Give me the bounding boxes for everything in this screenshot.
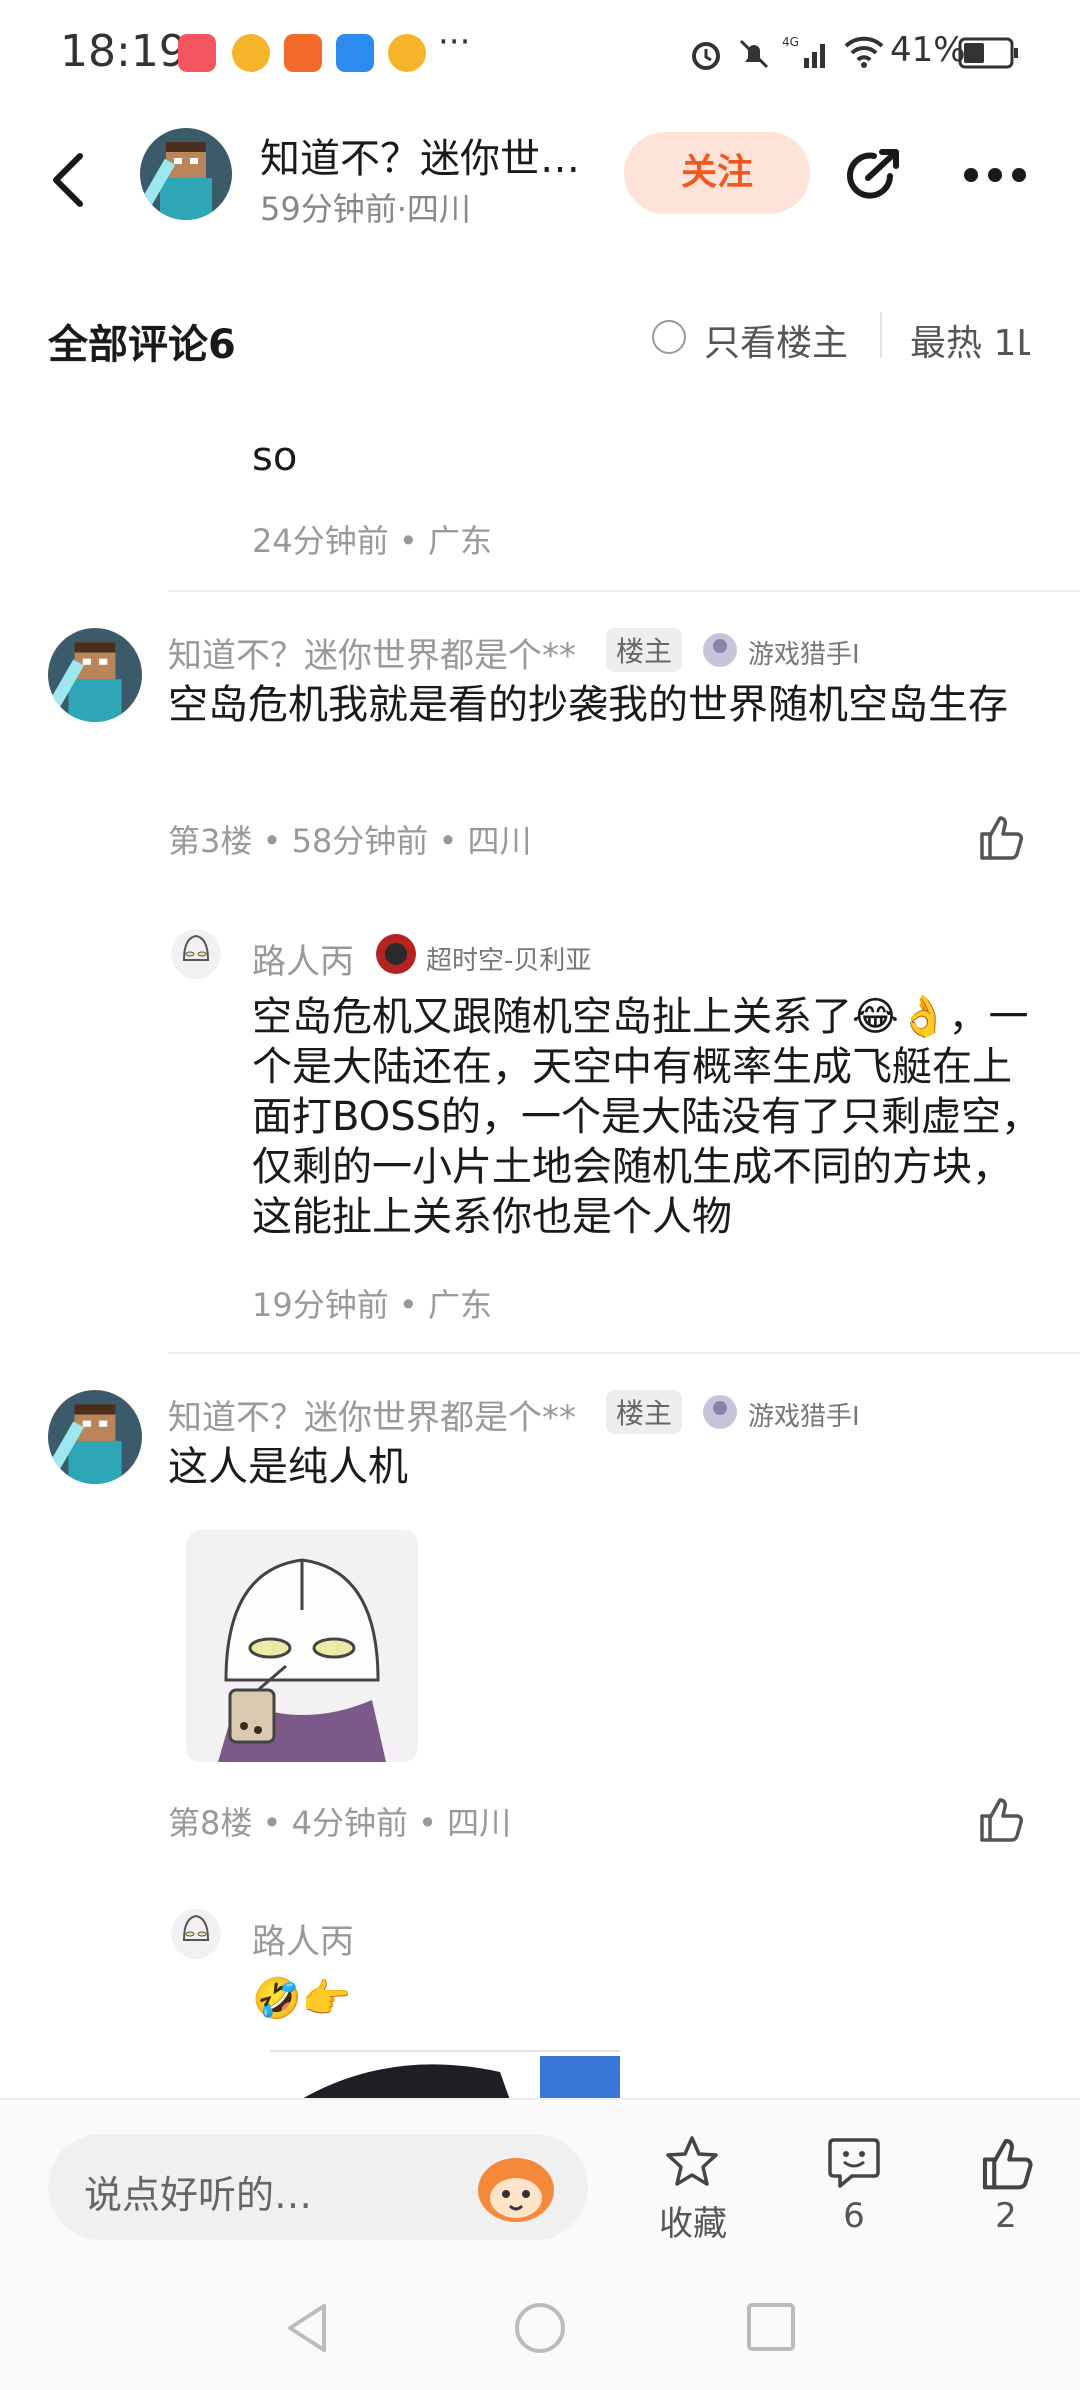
like-count: 2: [995, 2196, 1017, 2236]
share-icon[interactable]: [842, 146, 906, 206]
alarm-icon: [692, 42, 720, 70]
reply-author[interactable]: 路人丙: [252, 1914, 354, 1963]
title-badge-icon: [376, 934, 416, 974]
weibo-icon: [232, 34, 270, 72]
reply-text: so: [252, 434, 298, 480]
title-badge: 超时空-贝利亚: [426, 946, 592, 976]
sort-selector[interactable]: 最热 1L: [910, 314, 1030, 366]
comment-text: 这人是纯人机: [168, 1444, 408, 1490]
like-icon[interactable]: [978, 2134, 1036, 2192]
host-badge: 楼主: [606, 628, 683, 672]
app-notification-icon: [284, 34, 322, 72]
follow-button[interactable]: 关注: [624, 132, 810, 214]
reply-avatar[interactable]: [170, 1908, 222, 1960]
weibo-icon: [388, 34, 426, 72]
comment-meta: 第8楼 • 4分钟前 • 四川: [168, 1804, 512, 1842]
separator: [168, 1352, 1080, 1354]
favorite-label[interactable]: 收藏: [650, 2196, 736, 2245]
title-badge: 游戏猎手I: [748, 1402, 860, 1432]
signal-icon: 4G: [782, 35, 825, 68]
title-badge: 游戏猎手I: [748, 640, 860, 670]
reply-text: 空岛危机又跟随机空岛扯上关系了😂👌，一个是大陆还在，天空中有概率生成飞艇在上面打…: [252, 994, 1042, 1240]
reply-avatar[interactable]: [170, 928, 222, 980]
star-icon[interactable]: [664, 2134, 720, 2190]
title-badge-icon: [703, 633, 737, 667]
commenter-avatar[interactable]: [48, 1390, 142, 1484]
reply-meta: 24分钟前 • 广东: [252, 522, 492, 560]
like-icon[interactable]: [976, 812, 1026, 862]
reply-author[interactable]: 路人丙: [252, 934, 354, 983]
status-time: 18:19: [60, 26, 187, 77]
svg-text:4G: 4G: [782, 35, 799, 49]
commenter-avatar[interactable]: [48, 628, 142, 722]
status-bar: 18:19 ··· 4G 41%: [0, 0, 1080, 100]
comment-input-placeholder: 说点好听的…: [84, 2173, 313, 2217]
weather-icon: [336, 34, 374, 72]
separator: [168, 590, 1080, 592]
back-icon[interactable]: [48, 150, 88, 210]
title-badge-icon: [703, 1395, 737, 1429]
post-author-name: 知道不？迷你世…: [260, 136, 580, 182]
sticker-image[interactable]: [186, 1530, 418, 1762]
commenter-name[interactable]: 知道不？迷你世界都是个**: [168, 628, 576, 677]
only-host-toggle[interactable]: 只看楼主: [704, 314, 848, 366]
nav-recents-icon[interactable]: [744, 2300, 798, 2354]
mute-icon: [739, 39, 769, 69]
post-time-location: 59分钟前·四川: [260, 190, 471, 228]
nav-home-icon[interactable]: [512, 2300, 568, 2356]
wifi-icon: [844, 36, 884, 68]
image-preview[interactable]: [290, 2052, 630, 2100]
like-icon[interactable]: [976, 1794, 1026, 1844]
only-host-radio[interactable]: [652, 320, 686, 354]
mascot-icon[interactable]: [474, 2150, 558, 2224]
comment-count: 6: [843, 2196, 865, 2236]
host-badge: 楼主: [606, 1390, 683, 1434]
author-avatar[interactable]: [140, 128, 232, 220]
more-icon[interactable]: [962, 166, 1028, 184]
commenter-name[interactable]: 知道不？迷你世界都是个**: [168, 1390, 576, 1439]
nav-back-icon[interactable]: [282, 2300, 332, 2356]
more-notifications: ···: [438, 22, 471, 62]
battery-icon: [958, 37, 1018, 69]
battery-percent: 41%: [890, 30, 966, 70]
divider: [880, 312, 882, 358]
comments-count-title: 全部评论6: [48, 322, 236, 368]
app-notification-icon: [178, 34, 216, 72]
reply-meta: 19分钟前 • 广东: [252, 1286, 492, 1324]
comment-icon[interactable]: [826, 2134, 882, 2190]
reply-text: 🤣👉: [252, 1976, 352, 2022]
comment-text: 空岛危机我就是看的抄袭我的世界随机空岛生存: [168, 682, 1008, 728]
comment-meta: 第3楼 • 58分钟前 • 四川: [168, 822, 532, 860]
